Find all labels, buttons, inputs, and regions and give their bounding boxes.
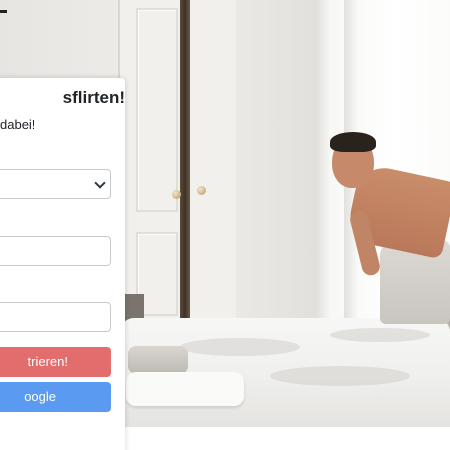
photo-pillow: [126, 372, 244, 406]
photo-door-gap: [180, 0, 190, 330]
header-logo-fragment: [0, 10, 7, 13]
card-subtitle: dabei!: [0, 117, 34, 132]
photo-wall-mid: [236, 0, 316, 330]
photo-towel: [128, 346, 188, 374]
photo-curtain: [316, 0, 330, 330]
chevron-down-icon: [94, 177, 106, 189]
gender-select[interactable]: [0, 169, 111, 199]
password-input[interactable]: [0, 302, 111, 332]
card-title: sflirten!: [62, 88, 125, 107]
photo-door: [118, 0, 238, 330]
photo-person-hair: [330, 132, 376, 152]
signup-page: sflirten! dabei! trieren! oogle: [0, 0, 450, 450]
register-button[interactable]: trieren!: [0, 347, 111, 377]
google-login-button[interactable]: oogle: [0, 382, 111, 412]
door-knob: [172, 190, 181, 199]
email-input[interactable]: [0, 236, 111, 266]
door-knob: [197, 186, 206, 195]
